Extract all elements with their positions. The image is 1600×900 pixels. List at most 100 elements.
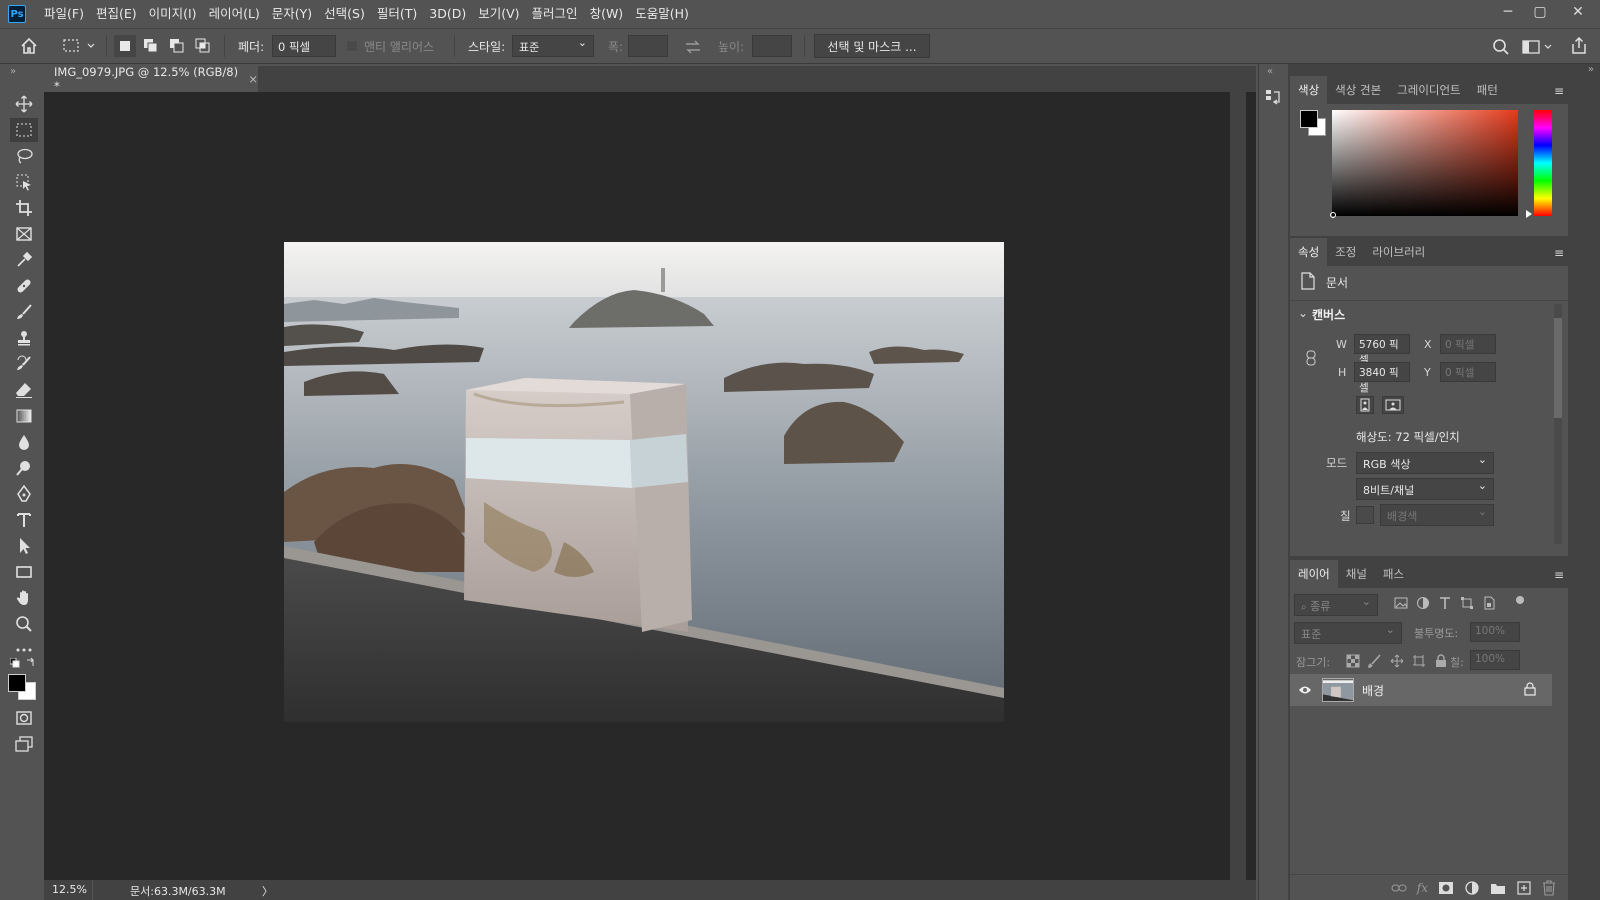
smart-object-filter-icon[interactable] <box>1482 596 1496 610</box>
fill-opacity-input[interactable]: 100% <box>1470 650 1520 670</box>
filter-toggle-icon[interactable] <box>1516 596 1524 604</box>
properties-panel-menu-icon[interactable]: ≡ <box>1554 246 1564 260</box>
add-to-selection-icon[interactable] <box>140 35 162 57</box>
marquee-preset-picker[interactable] <box>62 37 98 55</box>
collapse-dock-icon[interactable]: « <box>1267 66 1273 77</box>
properties-scrollbar[interactable] <box>1554 304 1562 544</box>
search-icon[interactable] <box>1492 38 1510 56</box>
tab-layers[interactable]: 레이어 <box>1290 560 1338 588</box>
blend-mode-select[interactable]: 표준 <box>1294 622 1402 644</box>
swap-colors-icon[interactable] <box>26 657 36 667</box>
eraser-tool-icon[interactable] <box>10 378 38 402</box>
menu-plugins[interactable]: 플러그인 <box>526 0 584 28</box>
fill-color-swatch[interactable] <box>1356 506 1374 524</box>
tab-adjustments[interactable]: 조정 <box>1327 238 1364 266</box>
layers-panel-menu-icon[interactable]: ≡ <box>1554 568 1564 582</box>
fill-select[interactable]: 배경색 <box>1380 504 1494 526</box>
tab-swatches[interactable]: 색상 견본 <box>1327 76 1389 104</box>
lasso-tool-icon[interactable] <box>10 144 38 168</box>
screen-mode-icon[interactable] <box>10 732 38 756</box>
canvas-area[interactable] <box>44 92 1256 880</box>
panel-foreground-swatch[interactable] <box>1300 110 1318 128</box>
vertical-scrollbar[interactable] <box>1230 92 1246 880</box>
type-tool-icon[interactable] <box>10 508 38 532</box>
history-panel-icon[interactable] <box>1264 88 1282 106</box>
menu-file[interactable]: 파일(F) <box>38 0 90 28</box>
home-icon[interactable] <box>20 37 38 55</box>
layer-row[interactable]: 배경 <box>1290 674 1552 706</box>
document-tab[interactable]: IMG_0979.JPG @ 12.5% (RGB/8) * × <box>44 65 258 93</box>
menu-select[interactable]: 선택(S) <box>318 0 371 28</box>
color-mode-select[interactable]: RGB 색상 <box>1356 452 1494 474</box>
menu-image[interactable]: 이미지(I) <box>143 0 203 28</box>
tab-paths[interactable]: 패스 <box>1375 560 1412 588</box>
pixel-filter-icon[interactable] <box>1394 596 1408 610</box>
path-selection-tool-icon[interactable] <box>10 534 38 558</box>
hue-slider[interactable] <box>1534 110 1552 216</box>
landscape-orientation-icon[interactable] <box>1382 396 1404 414</box>
tab-color[interactable]: 색상 <box>1290 76 1328 104</box>
tab-patterns[interactable]: 패턴 <box>1469 76 1506 104</box>
swap-icon[interactable] <box>684 39 702 55</box>
delete-layer-icon[interactable] <box>1542 879 1556 896</box>
hand-tool-icon[interactable] <box>10 586 38 610</box>
expand-toolbar-icon[interactable]: » <box>10 66 16 77</box>
tab-libraries[interactable]: 라이브러리 <box>1364 238 1433 266</box>
workspace-icon[interactable] <box>1522 39 1554 55</box>
chevron-down-icon[interactable]: ⌄ <box>1298 306 1308 320</box>
dodge-tool-icon[interactable] <box>10 456 38 480</box>
link-layers-icon[interactable] <box>1391 881 1407 895</box>
subtract-from-selection-icon[interactable] <box>166 35 188 57</box>
lock-position-icon[interactable] <box>1390 654 1404 668</box>
new-group-icon[interactable] <box>1490 881 1506 895</box>
history-brush-tool-icon[interactable] <box>10 352 38 376</box>
hue-slider-handle[interactable] <box>1526 210 1532 218</box>
zoom-level[interactable]: 12.5% <box>52 883 87 896</box>
blur-tool-icon[interactable] <box>10 430 38 454</box>
portrait-orientation-icon[interactable] <box>1356 396 1374 414</box>
bit-depth-select[interactable]: 8비트/채널 <box>1356 478 1494 500</box>
close-window-button[interactable]: ✕ <box>1556 0 1600 24</box>
menu-type[interactable]: 문자(Y) <box>266 0 318 28</box>
menu-edit[interactable]: 편집(E) <box>90 0 143 28</box>
width-input[interactable] <box>628 35 668 57</box>
eyedropper-tool-icon[interactable] <box>10 248 38 272</box>
layer-filter-select[interactable]: ⌕ 종류 <box>1294 594 1378 616</box>
fx-icon[interactable]: fx <box>1417 881 1428 895</box>
gradient-tool-icon[interactable] <box>10 404 38 428</box>
canvas-height-input[interactable]: 3840 픽셀 <box>1354 362 1410 394</box>
menu-window[interactable]: 창(W) <box>584 0 630 28</box>
menu-filter[interactable]: 필터(T) <box>371 0 423 28</box>
menu-view[interactable]: 보기(V) <box>472 0 525 28</box>
object-selection-tool-icon[interactable] <box>10 170 38 194</box>
close-tab-icon[interactable]: × <box>248 72 258 86</box>
new-selection-icon[interactable] <box>114 35 136 57</box>
new-adjustment-layer-icon[interactable] <box>1464 880 1480 896</box>
rectangle-tool-icon[interactable] <box>10 560 38 584</box>
color-panel-menu-icon[interactable]: ≡ <box>1554 84 1564 98</box>
canvas-width-input[interactable]: 5760 픽셀 <box>1354 334 1410 366</box>
new-layer-icon[interactable] <box>1516 880 1532 896</box>
marquee-tool-icon[interactable] <box>10 118 38 142</box>
shape-filter-icon[interactable] <box>1460 596 1474 610</box>
crop-tool-icon[interactable] <box>10 196 38 220</box>
lock-transparent-icon[interactable] <box>1346 654 1360 668</box>
canvas-x-input[interactable]: 0 픽셀 <box>1440 334 1496 354</box>
opacity-input[interactable]: 100% <box>1470 622 1520 642</box>
menu-3d[interactable]: 3D(D) <box>423 0 472 28</box>
foreground-color-swatch[interactable] <box>8 674 26 692</box>
color-picker-field[interactable] <box>1330 110 1518 218</box>
move-tool-icon[interactable] <box>10 92 38 116</box>
lock-all-icon[interactable] <box>1434 654 1448 668</box>
feather-input[interactable]: 0 픽셀 <box>272 35 336 57</box>
clone-stamp-tool-icon[interactable] <box>10 326 38 350</box>
status-menu-arrow[interactable]: 〉 <box>262 883 273 899</box>
share-icon[interactable] <box>1570 37 1588 55</box>
zoom-tool-icon[interactable] <box>10 612 38 636</box>
healing-brush-tool-icon[interactable] <box>10 274 38 298</box>
minimize-button[interactable]: ─ <box>1492 0 1524 24</box>
quick-mask-icon[interactable] <box>10 706 38 730</box>
tab-properties[interactable]: 속성 <box>1290 238 1328 266</box>
link-icon[interactable] <box>1306 350 1316 366</box>
lock-image-icon[interactable] <box>1368 654 1382 668</box>
